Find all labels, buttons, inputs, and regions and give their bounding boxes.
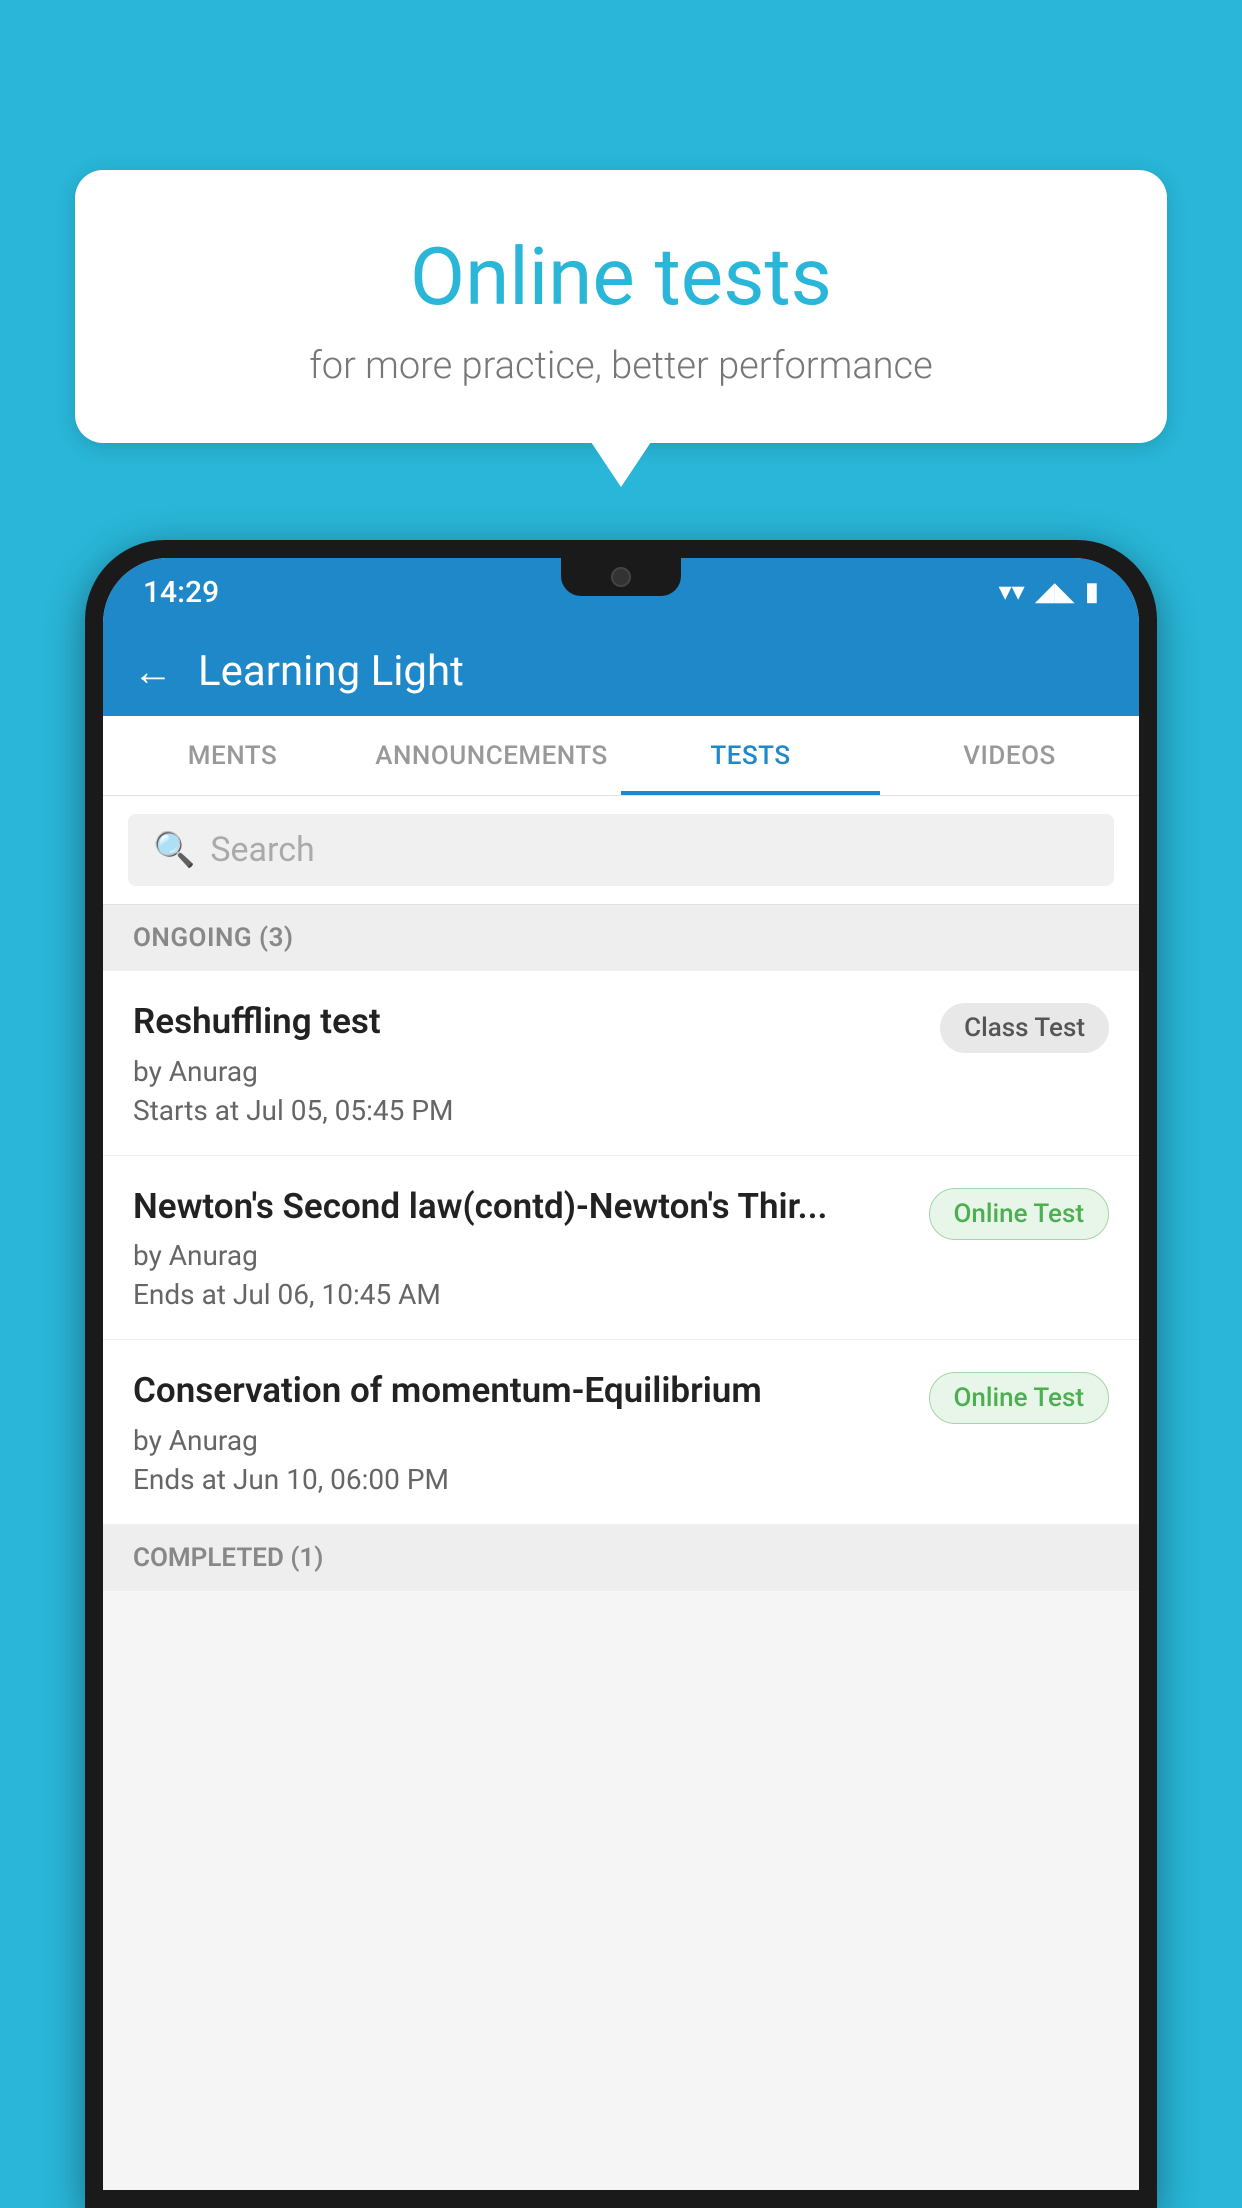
back-button[interactable]: ←: [133, 648, 173, 695]
phone-screen: 14:29 ▾▾ ◢◣ ▮ ← Learning Light MENTS ANN…: [103, 558, 1139, 2190]
tab-tests[interactable]: TESTS: [621, 716, 880, 795]
notch: [561, 558, 681, 596]
test-info-3: Conservation of momentum-Equilibrium by …: [133, 1368, 909, 1496]
test-name-1: Reshuffling test: [133, 999, 920, 1045]
test-by-3: by Anurag: [133, 1424, 909, 1457]
camera: [611, 567, 631, 587]
search-icon: 🔍: [153, 830, 195, 870]
search-input[interactable]: Search: [210, 830, 314, 870]
test-by-1: by Anurag: [133, 1055, 920, 1088]
badge-3: Online Test: [929, 1372, 1110, 1424]
phone-frame: 14:29 ▾▾ ◢◣ ▮ ← Learning Light MENTS ANN…: [85, 540, 1157, 2208]
search-box[interactable]: 🔍 Search: [128, 814, 1114, 886]
app-title: Learning Light: [198, 647, 464, 696]
bubble-subtitle: for more practice, better performance: [125, 344, 1117, 388]
test-name-2: Newton's Second law(contd)-Newton's Thir…: [133, 1184, 909, 1230]
tab-announcements[interactable]: ANNOUNCEMENTS: [362, 716, 621, 795]
completed-section-header: COMPLETED (1): [103, 1525, 1139, 1591]
test-name-3: Conservation of momentum-Equilibrium: [133, 1368, 909, 1414]
test-item-1[interactable]: Reshuffling test by Anurag Starts at Jul…: [103, 971, 1139, 1156]
completed-label: COMPLETED (1): [133, 1543, 323, 1573]
badge-1: Class Test: [940, 1003, 1109, 1053]
test-info-1: Reshuffling test by Anurag Starts at Jul…: [133, 999, 920, 1127]
ongoing-label: ONGOING (3): [133, 923, 294, 953]
signal-icon: ◢◣: [1035, 577, 1075, 607]
status-time: 14:29: [143, 575, 219, 610]
battery-icon: ▮: [1085, 577, 1099, 607]
status-bar: 14:29 ▾▾ ◢◣ ▮: [103, 558, 1139, 626]
test-date-3: Ends at Jun 10, 06:00 PM: [133, 1463, 909, 1496]
test-info-2: Newton's Second law(contd)-Newton's Thir…: [133, 1184, 909, 1312]
app-bar: ← Learning Light: [103, 626, 1139, 716]
tab-ments[interactable]: MENTS: [103, 716, 362, 795]
test-item-3[interactable]: Conservation of momentum-Equilibrium by …: [103, 1340, 1139, 1525]
status-icons: ▾▾ ◢◣ ▮: [999, 577, 1099, 607]
test-list: Reshuffling test by Anurag Starts at Jul…: [103, 971, 1139, 1525]
badge-2: Online Test: [929, 1188, 1110, 1240]
tabs-bar: MENTS ANNOUNCEMENTS TESTS VIDEOS: [103, 716, 1139, 796]
search-container: 🔍 Search: [103, 796, 1139, 905]
test-date-2: Ends at Jul 06, 10:45 AM: [133, 1278, 909, 1311]
ongoing-section-header: ONGOING (3): [103, 905, 1139, 971]
wifi-icon: ▾▾: [999, 577, 1025, 607]
bubble-title: Online tests: [125, 230, 1117, 324]
test-date-1: Starts at Jul 05, 05:45 PM: [133, 1094, 920, 1127]
tab-videos[interactable]: VIDEOS: [880, 716, 1139, 795]
speech-bubble: Online tests for more practice, better p…: [75, 170, 1167, 443]
test-by-2: by Anurag: [133, 1239, 909, 1272]
test-item-2[interactable]: Newton's Second law(contd)-Newton's Thir…: [103, 1156, 1139, 1341]
